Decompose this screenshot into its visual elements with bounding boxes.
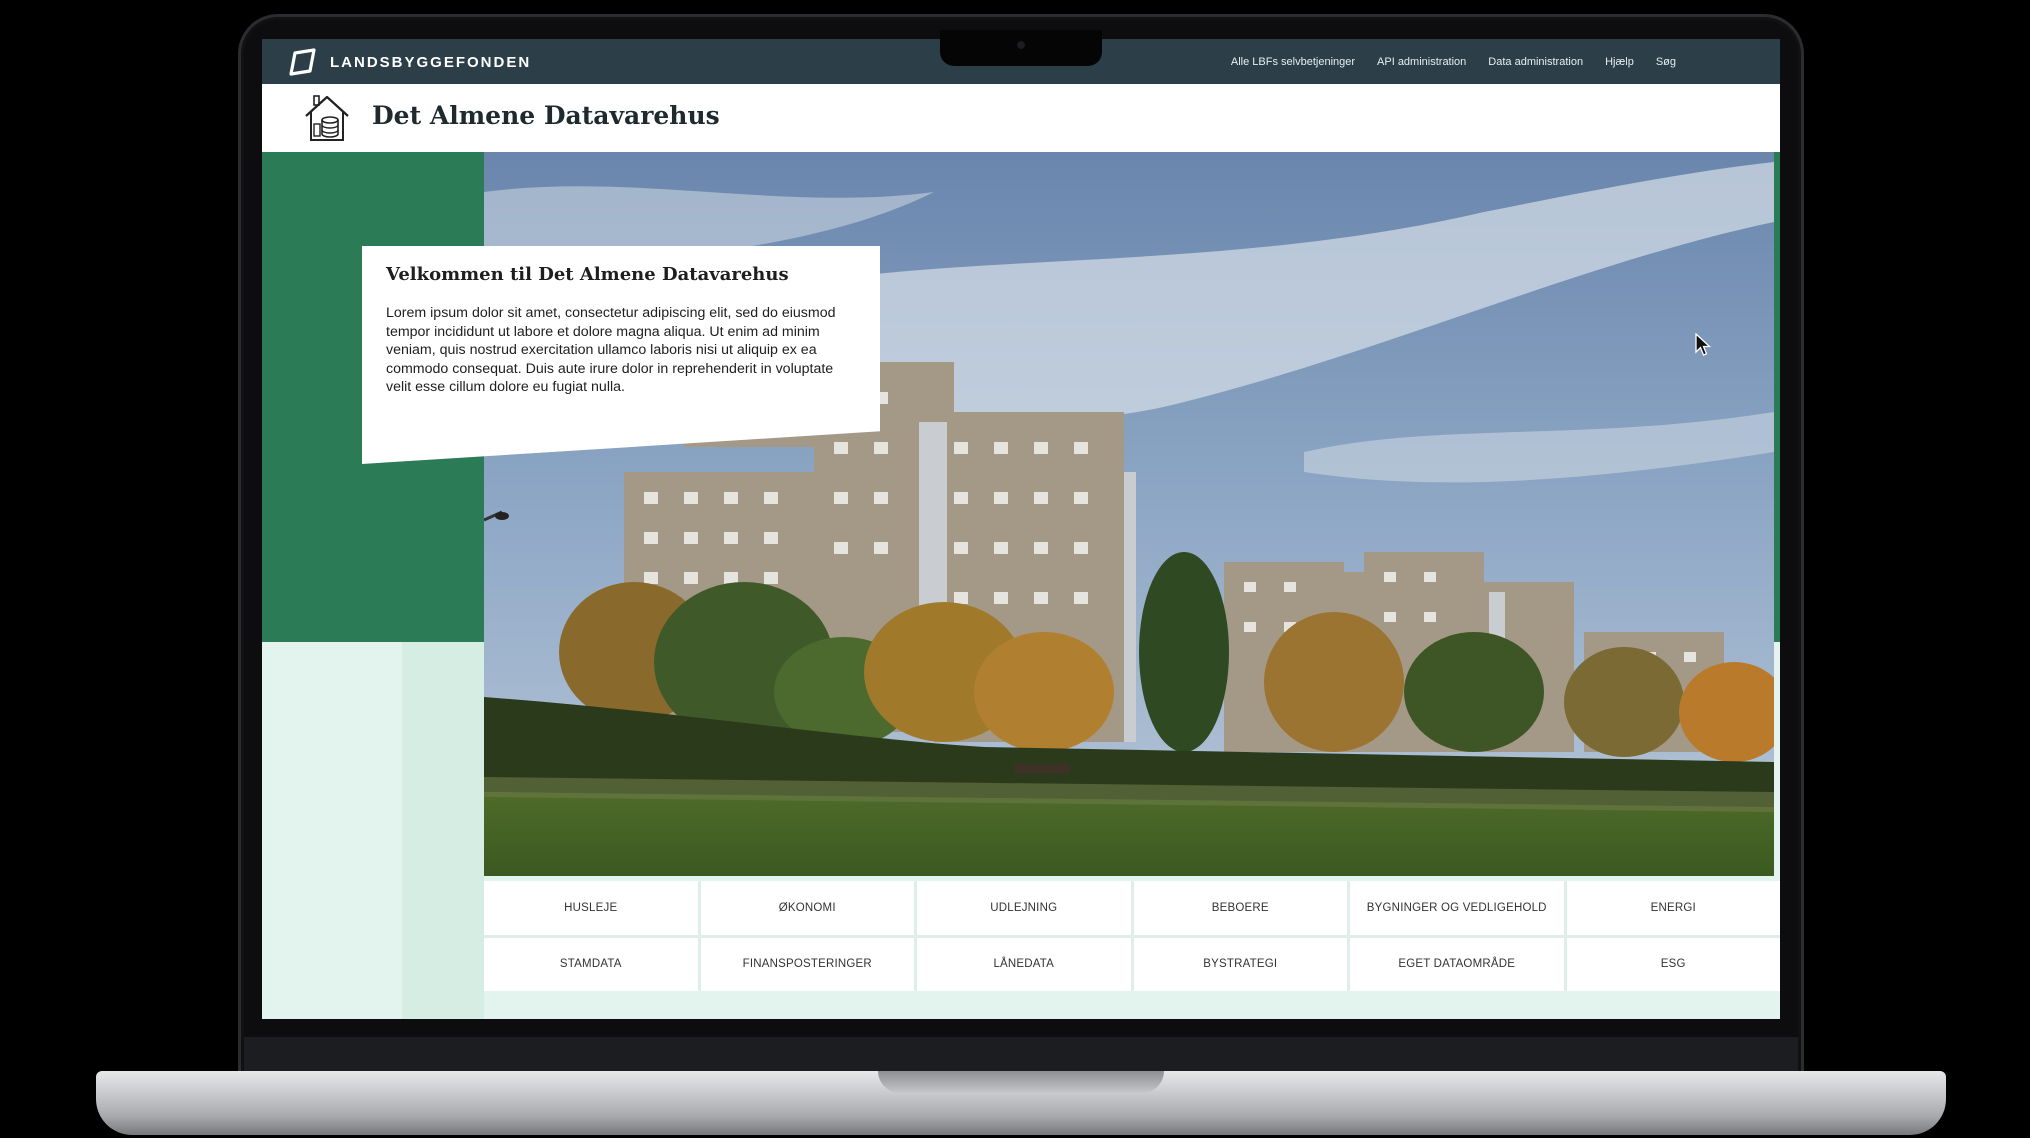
site-header: Det Almene Datavarehus [262,84,1780,153]
category-tile-bystrategi[interactable]: BYSTRATEGI [1133,937,1347,991]
category-tile-stamdata[interactable]: STAMDATA [484,937,698,991]
category-tile-husleje[interactable]: HUSLEJE [484,881,698,935]
category-tile-finansposteringer[interactable]: FINANSPOSTERINGER [700,937,914,991]
category-tile-beboere[interactable]: BEBOERE [1133,881,1347,935]
welcome-card: Velkommen til Det Almene Datavarehus Lor… [362,246,880,464]
top-nav: Alle LBFs selvbetjeninger API administra… [1231,39,1676,84]
laptop-bottom-bezel [244,1037,1798,1071]
category-tile-oekonomi[interactable]: ØKONOMI [700,881,914,935]
mouse-pointer-icon [1695,333,1711,356]
brand-name: LANDSBYGGEFONDEN [330,53,532,71]
nav-data-administration[interactable]: Data administration [1488,56,1583,68]
welcome-title: Velkommen til Det Almene Datavarehus [386,264,789,285]
nav-hjaelp[interactable]: Hjælp [1605,56,1634,68]
laptop-base-groove [878,1071,1164,1093]
category-tile-bygninger[interactable]: BYGNINGER OG VEDLIGEHOLD [1350,881,1564,935]
category-tile-laanedata[interactable]: LÅNEDATA [917,937,1131,991]
page-title[interactable]: Det Almene Datavarehus [372,101,720,130]
category-grid: HUSLEJE ØKONOMI UDLEJNING BEBOERE BYGNIN… [484,881,1780,991]
camera-icon [1017,41,1025,49]
nav-soeg[interactable]: Søg [1656,56,1676,68]
category-tile-eget-dataomraade[interactable]: EGET DATAOMRÅDE [1350,937,1564,991]
mint-stripe [402,642,484,1019]
brand[interactable]: LANDSBYGGEFONDEN [288,47,531,77]
category-tile-esg[interactable]: ESG [1566,937,1780,991]
category-tile-udlejning[interactable]: UDLEJNING [917,881,1131,935]
nav-api-administration[interactable]: API administration [1377,56,1466,68]
house-database-icon[interactable] [300,90,354,144]
nav-alle-selvbetjeninger[interactable]: Alle LBFs selvbetjeninger [1231,56,1355,68]
laptop-screen: LANDSBYGGEFONDEN Alle LBFs selvbetjening… [262,39,1780,1019]
landsbyggefonden-logo-icon [289,48,316,76]
welcome-body: Lorem ipsum dolor sit amet, consectetur … [386,305,836,396]
category-tile-energi[interactable]: ENERGI [1566,881,1780,935]
